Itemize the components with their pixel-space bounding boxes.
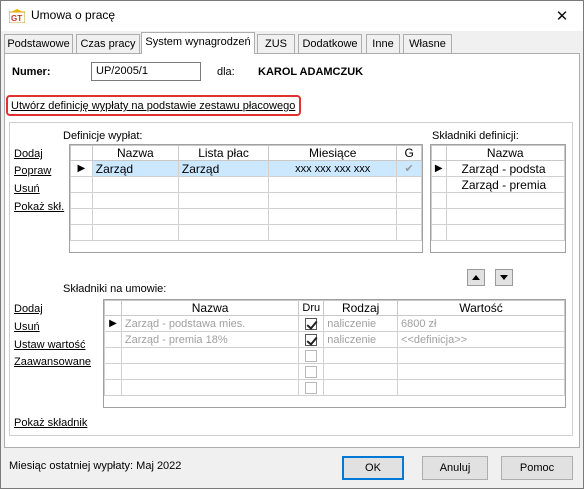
table-row[interactable]: Zarząd - premia 18% naliczenie <<definic…: [104, 331, 565, 348]
cell-rodzaj: naliczenie: [323, 315, 399, 332]
create-from-template-link[interactable]: Utwórz definicję wypłaty na podstawie ze…: [6, 95, 301, 116]
column-header: [104, 300, 122, 316]
show-component-link[interactable]: Pokaż składnik: [14, 417, 87, 429]
help-button[interactable]: Pomoc: [501, 456, 573, 480]
tab-system-wynagrodzen[interactable]: System wynagrodzeń: [141, 32, 255, 54]
column-header-miesiace[interactable]: Miesiące: [268, 145, 398, 161]
cell-wartosc: <<definicja>>: [397, 331, 565, 348]
tab-dodatkowe[interactable]: Dodatkowe: [298, 34, 362, 53]
cell-nazwa: Zarząd - podstawa mies.: [120, 315, 300, 332]
print-checkbox[interactable]: [305, 317, 318, 330]
row-pointer-icon: ▶: [431, 160, 447, 177]
print-checkbox[interactable]: [305, 333, 318, 346]
column-header-wartosc[interactable]: Wartość: [397, 300, 565, 316]
print-checkbox[interactable]: [305, 381, 318, 394]
print-checkbox[interactable]: [305, 349, 318, 362]
numer-label: Numer:: [12, 66, 51, 78]
column-header: [431, 145, 447, 161]
list-item[interactable]: Zarząd - premia: [431, 176, 565, 193]
check-icon: ✔: [396, 160, 422, 177]
def-components-label: Składniki definicji:: [432, 130, 519, 142]
component-add-link[interactable]: Dodaj: [14, 303, 43, 315]
contract-components-label: Składniki na umowie:: [63, 283, 167, 295]
column-header-lista-plac[interactable]: Lista płac: [177, 145, 270, 161]
column-header: [70, 145, 93, 161]
tab-czas-pracy[interactable]: Czas pracy: [76, 34, 140, 53]
column-header-nazwa[interactable]: Nazwa: [445, 145, 565, 161]
column-header-nazwa[interactable]: Nazwa: [91, 145, 179, 161]
list-item-label: Zarząd - podsta: [445, 160, 565, 177]
list-item[interactable]: ▶ Zarząd - podsta: [431, 160, 565, 177]
app-logo-icon: GT: [9, 9, 25, 23]
component-delete-link[interactable]: Usuń: [14, 321, 40, 333]
tab-podstawowe[interactable]: Podstawowe: [4, 34, 73, 53]
dla-label: dla:: [217, 66, 235, 78]
triangle-down-icon: [500, 275, 508, 280]
dialog-window: GT Umowa o pracę ✕ Podstawowe Czas pracy…: [0, 0, 584, 489]
status-text: Miesiąc ostatniej wypłaty: Maj 2022: [9, 460, 182, 472]
window-title: Umowa o pracę: [31, 8, 116, 22]
definition-delete-link[interactable]: Usuń: [14, 183, 40, 195]
tab-wlasne[interactable]: Własne: [403, 34, 452, 53]
cell-nazwa: Zarząd: [91, 160, 179, 177]
def-components-grid[interactable]: Nazwa ▶ Zarząd - podsta Zarząd - premia: [430, 144, 566, 253]
column-header-druk[interactable]: Dru: [298, 300, 325, 316]
cell-miesiace: xxx xxx xxx xxx: [268, 160, 398, 177]
column-header-nazwa[interactable]: Nazwa: [120, 300, 300, 316]
numer-field[interactable]: UP/2005/1: [91, 62, 201, 81]
definition-add-link[interactable]: Dodaj: [14, 148, 43, 160]
print-checkbox[interactable]: [305, 365, 318, 378]
close-icon[interactable]: ✕: [541, 1, 583, 31]
ok-button[interactable]: OK: [342, 456, 404, 480]
definition-show-components-link[interactable]: Pokaż skł.: [14, 201, 64, 213]
column-header-rodzaj[interactable]: Rodzaj: [323, 300, 399, 316]
contract-components-grid[interactable]: Nazwa Dru Rodzaj Wartość ▶ Zarząd - pods…: [103, 299, 566, 408]
definitions-grid[interactable]: Nazwa Lista płac Miesiące G ▶ Zarząd Zar…: [69, 144, 423, 253]
table-row[interactable]: ▶ Zarząd Zarząd xxx xxx xxx xxx ✔: [70, 160, 422, 177]
move-up-button[interactable]: [467, 269, 485, 286]
cell-nazwa: Zarząd - premia 18%: [120, 331, 300, 348]
cell-rodzaj: naliczenie: [323, 331, 399, 348]
svg-text:GT: GT: [11, 14, 22, 23]
column-header-g[interactable]: G: [396, 145, 422, 161]
definitions-label: Definicje wypłat:: [63, 130, 143, 142]
move-down-button[interactable]: [495, 269, 513, 286]
employee-name: KAROL ADAMCZUK: [258, 66, 364, 78]
definition-edit-link[interactable]: Popraw: [14, 165, 51, 177]
component-advanced-link[interactable]: Zaawansowane: [14, 356, 91, 368]
tab-inne[interactable]: Inne: [366, 34, 400, 53]
table-row[interactable]: ▶ Zarząd - podstawa mies. naliczenie 680…: [104, 315, 565, 332]
list-item-label: Zarząd - premia: [445, 176, 565, 193]
row-pointer-icon: ▶: [104, 315, 122, 332]
row-pointer-icon: ▶: [70, 160, 93, 177]
cell-lista: Zarząd: [177, 160, 270, 177]
title-bar[interactable]: GT Umowa o pracę ✕: [1, 1, 583, 31]
cell-wartosc: 6800 zł: [397, 315, 565, 332]
tab-zus[interactable]: ZUS: [257, 34, 295, 53]
cancel-button[interactable]: Anuluj: [422, 456, 488, 480]
triangle-up-icon: [472, 275, 480, 280]
component-set-value-link[interactable]: Ustaw wartość: [14, 339, 86, 351]
